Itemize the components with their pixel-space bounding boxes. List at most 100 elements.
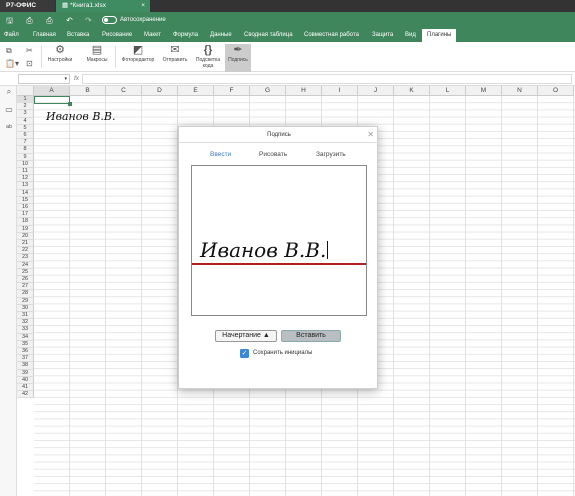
column-header[interactable]: M bbox=[466, 86, 502, 96]
row-header[interactable]: 5 bbox=[17, 124, 34, 132]
row-header[interactable]: 14 bbox=[17, 189, 34, 197]
send-button[interactable]: ✉ Отправить bbox=[160, 44, 190, 72]
row-header[interactable]: 16 bbox=[17, 204, 34, 212]
menu-home[interactable]: Главная bbox=[33, 29, 56, 42]
settings-button[interactable]: ⚙ Настройки bbox=[45, 44, 75, 72]
menu-draw[interactable]: Рисование bbox=[102, 29, 132, 42]
row-header[interactable]: 31 bbox=[17, 312, 34, 320]
print-icon[interactable]: ⎙ bbox=[23, 14, 36, 27]
menu-data[interactable]: Данные bbox=[210, 29, 232, 42]
row-header[interactable]: 40 bbox=[17, 376, 34, 384]
function-icon[interactable]: fx bbox=[71, 73, 82, 84]
row-header[interactable]: 13 bbox=[17, 182, 34, 190]
tab-type[interactable]: Ввести bbox=[210, 151, 231, 158]
row-header[interactable]: 30 bbox=[17, 304, 34, 312]
menu-file[interactable]: Файл bbox=[4, 29, 19, 42]
row-header[interactable]: 6 bbox=[17, 132, 34, 140]
save-initials-checkbox[interactable]: ✓ bbox=[240, 349, 249, 358]
row-header[interactable]: 10 bbox=[17, 160, 34, 168]
redo-icon[interactable]: ↷ bbox=[82, 14, 95, 27]
font-style-button[interactable]: Начертание ▲ bbox=[215, 330, 277, 342]
row-header[interactable]: 8 bbox=[17, 146, 34, 154]
autosave-toggle[interactable] bbox=[102, 16, 117, 24]
row-header[interactable]: 27 bbox=[17, 283, 34, 291]
macros-button[interactable]: ▤ Макросы bbox=[84, 44, 110, 72]
column-header[interactable]: D bbox=[142, 86, 178, 96]
cut-icon[interactable]: ✂ bbox=[26, 46, 33, 56]
row-header[interactable]: 41 bbox=[17, 384, 34, 392]
row-header[interactable]: 7 bbox=[17, 139, 34, 147]
column-header[interactable]: H bbox=[286, 86, 322, 96]
app-tab[interactable]: Р7-ОФИС bbox=[0, 0, 55, 12]
row-header[interactable]: 32 bbox=[17, 319, 34, 327]
row-header[interactable]: 37 bbox=[17, 355, 34, 363]
row-header[interactable]: 4 bbox=[17, 117, 34, 125]
select-all-corner[interactable] bbox=[17, 86, 34, 96]
tab-upload[interactable]: Загрузить bbox=[316, 151, 346, 158]
spellcheck-icon[interactable]: ᵃᵇ bbox=[4, 123, 14, 133]
row-header[interactable]: 18 bbox=[17, 218, 34, 226]
column-header[interactable]: O bbox=[538, 86, 574, 96]
row-header[interactable]: 22 bbox=[17, 247, 34, 255]
signature-input-area[interactable]: Иванов В.В. bbox=[191, 165, 367, 316]
column-header[interactable]: E bbox=[178, 86, 214, 96]
row-header[interactable]: 15 bbox=[17, 196, 34, 204]
chevron-down-icon[interactable]: ▾ bbox=[64, 76, 67, 82]
row-header[interactable]: 36 bbox=[17, 348, 34, 356]
column-header[interactable]: N bbox=[502, 86, 538, 96]
tab-draw[interactable]: Рисовать bbox=[259, 151, 287, 158]
save-icon[interactable]: 🖫 bbox=[3, 14, 16, 27]
copy-icon[interactable]: ⧉ bbox=[6, 46, 12, 56]
menu-view[interactable]: Вид bbox=[405, 29, 416, 42]
column-header[interactable]: L bbox=[430, 86, 466, 96]
row-header[interactable]: 23 bbox=[17, 254, 34, 262]
column-header[interactable]: G bbox=[250, 86, 286, 96]
row-header[interactable]: 38 bbox=[17, 362, 34, 370]
formula-input[interactable] bbox=[82, 74, 572, 84]
close-icon[interactable]: ✕ bbox=[367, 130, 374, 140]
row-header[interactable]: 1 bbox=[17, 96, 34, 104]
selected-cell[interactable] bbox=[34, 96, 72, 106]
menu-collaboration[interactable]: Совместная работа bbox=[304, 29, 359, 42]
document-tab[interactable]: ▦ *Книга1.xlsx × bbox=[56, 0, 150, 12]
row-header[interactable]: 20 bbox=[17, 232, 34, 240]
row-header[interactable]: 39 bbox=[17, 369, 34, 377]
menu-protection[interactable]: Защита bbox=[372, 29, 393, 42]
column-header[interactable]: F bbox=[214, 86, 250, 96]
row-header[interactable]: 28 bbox=[17, 290, 34, 298]
row-header[interactable]: 19 bbox=[17, 225, 34, 233]
row-header[interactable]: 24 bbox=[17, 261, 34, 269]
signature-button[interactable]: ✒ Подпись bbox=[225, 44, 251, 72]
close-tab-icon[interactable]: × bbox=[141, 0, 145, 12]
paste-icon[interactable]: 📋▾ bbox=[5, 59, 19, 69]
row-header[interactable]: 42 bbox=[17, 391, 34, 399]
row-header[interactable]: 17 bbox=[17, 211, 34, 219]
comments-icon[interactable]: ▭ bbox=[4, 105, 14, 115]
quick-print-icon[interactable]: ⎙ bbox=[43, 14, 56, 27]
row-header[interactable]: 25 bbox=[17, 268, 34, 276]
row-header[interactable]: 3 bbox=[17, 110, 34, 118]
column-header[interactable]: A bbox=[34, 86, 70, 96]
undo-icon[interactable]: ↶ bbox=[63, 14, 76, 27]
menu-plugins[interactable]: Плагины bbox=[422, 29, 457, 42]
row-header[interactable]: 35 bbox=[17, 340, 34, 348]
menu-layout[interactable]: Макет bbox=[144, 29, 161, 42]
column-header[interactable]: K bbox=[394, 86, 430, 96]
row-header[interactable]: 2 bbox=[17, 103, 34, 111]
cell-a3-signature[interactable]: Иванов В.В. bbox=[46, 110, 115, 123]
row-header[interactable]: 11 bbox=[17, 168, 34, 176]
row-header[interactable]: 29 bbox=[17, 297, 34, 305]
column-header[interactable]: B bbox=[70, 86, 106, 96]
column-header[interactable]: I bbox=[322, 86, 358, 96]
row-header[interactable]: 26 bbox=[17, 276, 34, 284]
insert-button[interactable]: Вставить bbox=[281, 330, 341, 342]
row-header[interactable]: 9 bbox=[17, 153, 34, 161]
menu-pivot-table[interactable]: Сводная таблица bbox=[244, 29, 293, 42]
row-header[interactable]: 34 bbox=[17, 333, 34, 341]
name-box[interactable]: ▾ bbox=[18, 74, 70, 84]
column-header[interactable]: C bbox=[106, 86, 142, 96]
menu-formula[interactable]: Формула bbox=[173, 29, 198, 42]
column-header[interactable]: J bbox=[358, 86, 394, 96]
code-highlight-button[interactable]: {} Подсветка кода bbox=[193, 44, 223, 72]
search-icon[interactable]: ⌕ bbox=[4, 87, 14, 97]
